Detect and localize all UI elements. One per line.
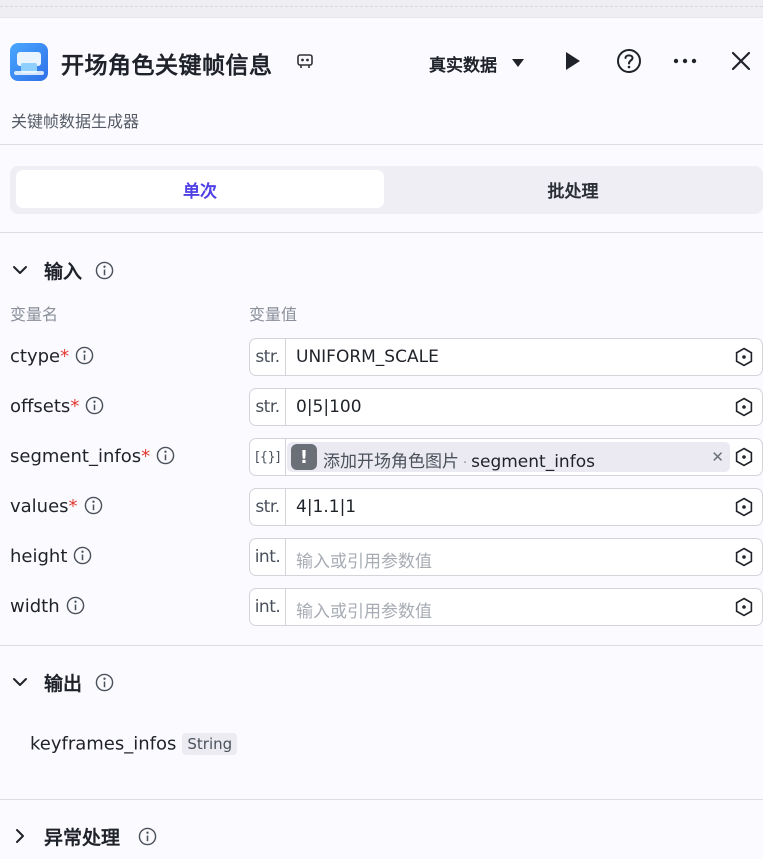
ref-param-name: segment_infos: [471, 452, 595, 472]
info-icon[interactable]: [84, 496, 103, 515]
column-header-name: 变量名: [10, 305, 59, 324]
param-row-values: values* str. 4|1.1|1: [0, 488, 763, 526]
run-mode-tabs: 单次 批处理: [10, 166, 763, 214]
more-icon[interactable]: [672, 48, 698, 74]
required-mark: *: [70, 396, 80, 417]
tab-single[interactable]: 单次: [16, 170, 384, 208]
error-section-header[interactable]: 异常处理: [0, 819, 763, 853]
required-mark: *: [60, 346, 70, 367]
info-icon[interactable]: [73, 546, 92, 565]
play-icon[interactable]: [559, 48, 585, 74]
type-badge: str.: [250, 389, 286, 425]
param-value-field[interactable]: int. 输入或引用参数值: [249, 588, 763, 626]
error-section-title: 异常处理: [44, 827, 121, 849]
param-row-height: height int. 输入或引用参数值: [0, 538, 763, 576]
param-row-offsets: offsets* str. 0|5|100: [0, 388, 763, 426]
chevron-down-icon[interactable]: [12, 262, 28, 278]
info-icon[interactable]: [156, 446, 175, 465]
remove-reference-icon[interactable]: ✕: [711, 448, 724, 466]
chevron-down-icon[interactable]: [12, 674, 28, 690]
reference-chip[interactable]: ! 添加开场角色图片 · segment_infos ✕: [287, 442, 730, 472]
output-item: keyframes_infos String: [30, 733, 238, 755]
type-badge: int.: [250, 589, 286, 625]
info-icon[interactable]: [95, 673, 114, 692]
param-value[interactable]: UNIFORM_SCALE: [296, 347, 439, 367]
param-placeholder[interactable]: 输入或引用参数值: [296, 547, 432, 572]
copy-icon[interactable]: [296, 52, 314, 70]
caret-down-icon[interactable]: [511, 57, 525, 69]
chevron-right-icon[interactable]: [12, 828, 28, 844]
reference-icon[interactable]: [734, 347, 754, 367]
node-title[interactable]: 开场角色关键帧信息: [61, 46, 273, 80]
param-name: values: [10, 496, 69, 517]
type-badge: int.: [250, 539, 286, 575]
param-name: width: [10, 596, 60, 617]
param-name: segment_infos: [10, 446, 142, 467]
param-row-ctype: ctype* str. UNIFORM_SCALE: [0, 338, 763, 376]
output-type-badge: String: [182, 733, 238, 755]
param-value[interactable]: 0|5|100: [296, 397, 362, 417]
node-description: 关键帧数据生成器: [11, 112, 140, 131]
reference-icon[interactable]: [734, 547, 754, 567]
param-name: height: [10, 546, 68, 567]
info-icon[interactable]: [75, 346, 94, 365]
param-name: offsets: [10, 396, 71, 417]
input-section-header[interactable]: 输入: [0, 253, 763, 287]
divider: [0, 232, 763, 233]
reference-icon[interactable]: [734, 497, 754, 517]
reference-icon[interactable]: [734, 447, 754, 467]
required-mark: *: [141, 446, 151, 467]
info-icon[interactable]: [85, 396, 104, 415]
ref-node-name: 添加开场角色图片: [323, 452, 459, 472]
node-config-panel: 开场角色关键帧信息 真实数据 关键帧数据生成器 单次 批处理 输入 变量名 变量…: [0, 18, 763, 859]
reference-icon[interactable]: [734, 397, 754, 417]
param-value-field[interactable]: str. UNIFORM_SCALE: [249, 338, 763, 376]
tab-batch[interactable]: 批处理: [384, 170, 762, 208]
type-badge: [{}]: [250, 439, 286, 475]
info-icon[interactable]: [66, 596, 85, 615]
output-section-title: 输出: [44, 673, 83, 695]
workflow-app-icon: [10, 43, 48, 81]
param-row-width: width int. 输入或引用参数值: [0, 588, 763, 626]
param-value-field[interactable]: str. 0|5|100: [249, 388, 763, 426]
panel-header: 开场角色关键帧信息 真实数据 关键帧数据生成器: [0, 18, 763, 131]
type-badge: str.: [250, 339, 286, 375]
divider: [0, 799, 763, 800]
type-badge: str.: [250, 489, 286, 525]
warning-icon: !: [291, 444, 317, 470]
param-row-segment-infos: segment_infos* [{}] ! 添加开场角色图片 · segment_i…: [0, 438, 763, 476]
param-placeholder[interactable]: 输入或引用参数值: [296, 597, 432, 622]
param-value[interactable]: 4|1.1|1: [296, 497, 356, 517]
window-top-strip: [0, 0, 763, 18]
data-mode-select[interactable]: 真实数据: [429, 51, 497, 76]
divider: [0, 144, 763, 145]
output-section-header[interactable]: 输出: [0, 665, 763, 699]
help-icon[interactable]: [616, 48, 642, 74]
required-mark: *: [68, 496, 78, 517]
param-value-field[interactable]: str. 4|1.1|1: [249, 488, 763, 526]
info-icon[interactable]: [95, 261, 114, 280]
reference-icon[interactable]: [734, 597, 754, 617]
close-icon[interactable]: [728, 48, 754, 74]
input-section-title: 输入: [44, 261, 83, 283]
param-name: ctype: [10, 346, 61, 367]
param-value-field[interactable]: int. 输入或引用参数值: [249, 538, 763, 576]
column-header-value: 变量值: [249, 305, 298, 324]
info-icon[interactable]: [138, 827, 157, 846]
param-value-field[interactable]: [{}] ! 添加开场角色图片 · segment_infos ✕: [249, 438, 763, 476]
divider: [0, 645, 763, 646]
output-name: keyframes_infos: [30, 733, 177, 755]
